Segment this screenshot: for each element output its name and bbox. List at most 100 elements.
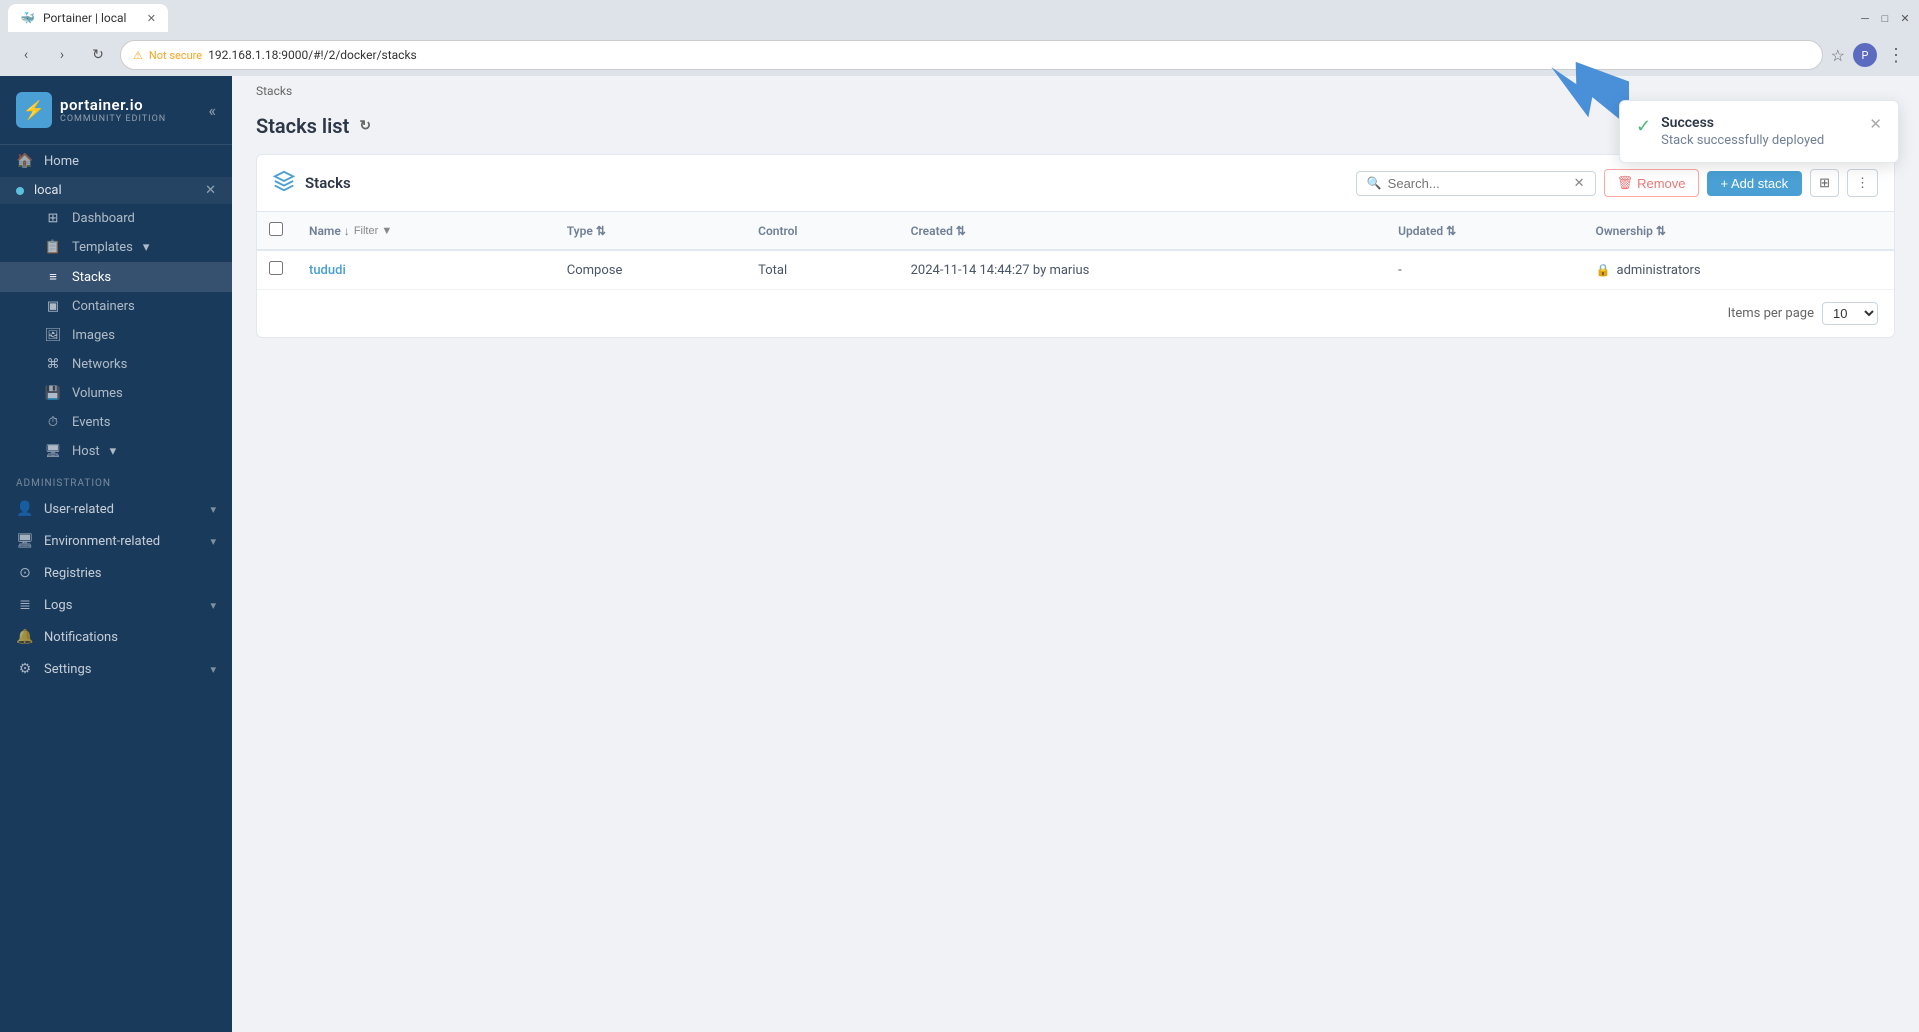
stacks-table: Name ↓ Filter ▼ Type ⇅ Control <box>257 212 1894 290</box>
stacks-panel: Stacks 🔍 ✕ 🗑 Remove + Add stack <box>256 154 1895 338</box>
url-text: 192.168.1.18:9000/#!/2/docker/stacks <box>208 48 417 62</box>
sidebar-item-label-stacks: Stacks <box>72 270 111 285</box>
browser-tab[interactable]: 🐳 Portainer | local ✕ <box>8 4 168 32</box>
row-checkbox[interactable] <box>269 261 283 275</box>
remove-label: Remove <box>1637 176 1685 191</box>
address-bar[interactable]: ⚠ Not secure 192.168.1.18:9000/#!/2/dock… <box>120 40 1823 70</box>
row-updated-cell: - <box>1386 250 1583 290</box>
th-type-label: Type ⇅ <box>567 224 734 238</box>
sidebar-item-host[interactable]: 🖥 Host ▾ <box>0 437 232 466</box>
sidebar-item-label-volumes: Volumes <box>72 386 123 401</box>
sidebar-item-label-events: Events <box>72 415 110 430</box>
sidebar-item-notifications[interactable]: 🔔 Notifications <box>0 621 232 653</box>
browser-menu-btn[interactable]: ⋮ <box>1885 45 1907 66</box>
dashboard-icon: ⊞ <box>44 211 62 226</box>
sidebar-item-settings[interactable]: ⚙ Settings ▾ <box>0 653 232 685</box>
notifications-icon: 🔔 <box>16 629 34 645</box>
sidebar-item-user-related[interactable]: 👤 User-related ▾ <box>0 493 232 525</box>
browser-nav: ‹ › ↻ ⚠ Not secure 192.168.1.18:9000/#!/… <box>0 36 1919 76</box>
user-related-icon: 👤 <box>16 501 34 517</box>
sidebar-item-logs[interactable]: ≣ Logs ▾ <box>0 589 232 621</box>
logo-text: portainer.io COMMUNITY EDITION <box>60 96 166 124</box>
sidebar-item-containers[interactable]: ▣ Containers <box>0 292 232 321</box>
user-related-chevron-icon: ▾ <box>210 503 216 516</box>
ownership-value: administrators <box>1617 263 1701 278</box>
more-options-btn[interactable]: ⋮ <box>1847 169 1878 197</box>
panel-header-title: Stacks <box>305 174 1346 192</box>
environment-related-icon: 🖥 <box>16 533 34 549</box>
bookmark-btn[interactable]: ☆ <box>1831 46 1845 65</box>
notification-title: Success <box>1661 115 1859 131</box>
row-created-cell: 2024-11-14 14:44:27 by marius <box>899 250 1386 290</box>
add-stack-button[interactable]: + Add stack <box>1707 171 1803 196</box>
search-icon: 🔍 <box>1367 176 1382 190</box>
minimize-btn[interactable]: ─ <box>1859 12 1871 24</box>
th-ownership: Ownership ⇅ <box>1584 212 1894 250</box>
sidebar-item-registries[interactable]: ⊙ Registries <box>0 557 232 589</box>
app-layout: ⚡ portainer.io COMMUNITY EDITION « 🏠 Hom… <box>0 76 1919 1032</box>
host-icon: 🖥 <box>44 444 62 459</box>
back-btn[interactable]: ‹ <box>12 41 40 69</box>
sidebar-item-environment-related[interactable]: 🖥 Environment-related ▾ <box>0 525 232 557</box>
sidebar-item-label-logs: Logs <box>44 598 200 613</box>
row-checkbox-cell <box>257 250 297 290</box>
panel-header-actions: 🔍 ✕ 🗑 Remove + Add stack ⊞ ⋮ <box>1356 169 1878 197</box>
sidebar-item-events[interactable]: ⏱ Events <box>0 408 232 437</box>
events-icon: ⏱ <box>44 415 62 430</box>
close-btn[interactable]: ✕ <box>1899 12 1911 24</box>
sidebar-item-label-environment-related: Environment-related <box>44 534 200 549</box>
notification-close-btn[interactable]: ✕ <box>1869 115 1882 133</box>
search-clear-btn[interactable]: ✕ <box>1574 176 1585 191</box>
remove-button[interactable]: 🗑 Remove <box>1604 169 1699 197</box>
forward-btn[interactable]: › <box>48 41 76 69</box>
sidebar-env-local[interactable]: local ✕ <box>0 177 232 204</box>
home-label: Home <box>44 154 216 169</box>
templates-icon: 📋 <box>44 240 62 255</box>
th-updated-label: Updated ⇅ <box>1398 224 1571 238</box>
sidebar-item-networks[interactable]: ⌘ Networks <box>0 350 232 379</box>
select-all-checkbox[interactable] <box>269 222 283 236</box>
profile-btn[interactable]: P <box>1853 43 1877 67</box>
filter-btn[interactable]: Filter ▼ <box>354 225 392 237</box>
sidebar-item-label-networks: Networks <box>72 357 127 372</box>
refresh-page-btn[interactable]: ↻ <box>359 118 371 134</box>
ownership-icon: 🔒 <box>1596 263 1611 277</box>
sidebar-item-label-dashboard: Dashboard <box>72 211 135 226</box>
not-secure-label: Not secure <box>149 49 202 62</box>
search-box: 🔍 ✕ <box>1356 171 1596 196</box>
stack-link[interactable]: tududi <box>309 263 346 278</box>
search-input[interactable] <box>1388 176 1568 191</box>
sidebar-item-volumes[interactable]: 💾 Volumes <box>0 379 232 408</box>
settings-chevron-icon: ▾ <box>210 663 216 676</box>
sidebar-item-images[interactable]: 🖼 Images <box>0 321 232 350</box>
sidebar-collapse-btn[interactable]: « <box>208 101 216 120</box>
containers-icon: ▣ <box>44 299 62 314</box>
sidebar-item-label-host: Host <box>72 444 100 459</box>
sidebar-item-label-settings: Settings <box>44 662 200 677</box>
sidebar-item-home[interactable]: 🏠 Home <box>0 145 232 177</box>
browser-chrome: 🐳 Portainer | local ✕ ─ □ ✕ ‹ › ↻ ⚠ Not … <box>0 0 1919 76</box>
items-per-page-select[interactable]: 10 25 50 100 <box>1822 302 1878 325</box>
page-title-text: Stacks list <box>256 114 349 138</box>
panel-header: Stacks 🔍 ✕ 🗑 Remove + Add stack <box>257 155 1894 212</box>
templates-chevron-icon: ▾ <box>143 240 150 255</box>
refresh-btn[interactable]: ↻ <box>84 41 112 69</box>
sidebar-item-templates[interactable]: 📋 Templates ▾ <box>0 233 232 262</box>
table-row: tududi Compose Total 2024-11-14 14:44:27… <box>257 250 1894 290</box>
env-status-dot <box>16 187 24 195</box>
restore-btn[interactable]: □ <box>1879 12 1891 24</box>
sidebar-item-dashboard[interactable]: ⊞ Dashboard <box>0 204 232 233</box>
tab-close-btn[interactable]: ✕ <box>147 12 156 25</box>
registries-icon: ⊙ <box>16 565 34 581</box>
env-close-btn[interactable]: ✕ <box>205 183 216 198</box>
columns-toggle-btn[interactable]: ⊞ <box>1810 169 1839 197</box>
th-updated: Updated ⇅ <box>1386 212 1583 250</box>
sidebar-item-stacks[interactable]: ≡ Stacks <box>0 262 232 292</box>
security-icon: ⚠ <box>133 49 143 62</box>
row-ownership-cell: 🔒 administrators <box>1584 250 1894 290</box>
sidebar-item-label-notifications: Notifications <box>44 630 216 645</box>
settings-icon: ⚙ <box>16 661 34 677</box>
environment-related-chevron-icon: ▾ <box>210 535 216 548</box>
row-control-cell: Total <box>746 250 899 290</box>
host-chevron-icon: ▾ <box>110 444 117 459</box>
